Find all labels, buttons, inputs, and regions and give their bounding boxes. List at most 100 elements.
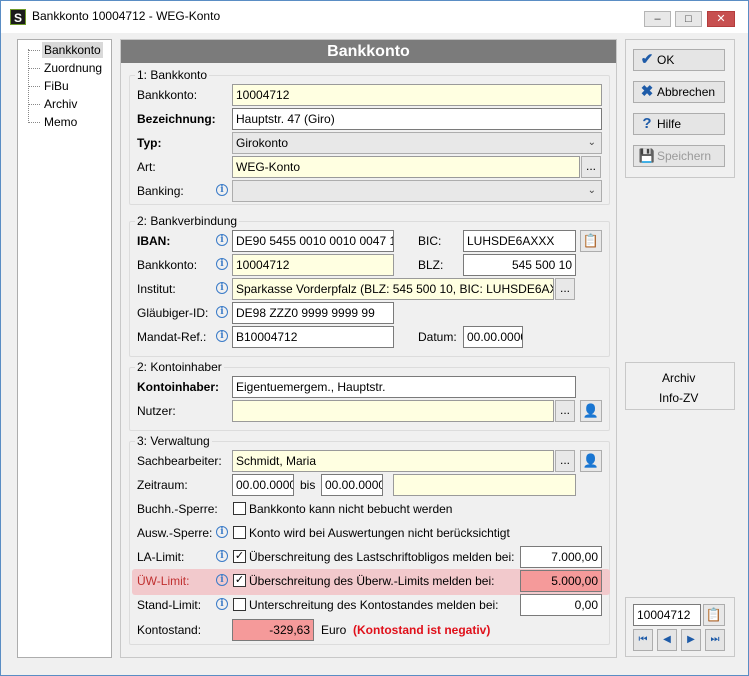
chevron-down-icon: ⌄ — [587, 185, 596, 196]
bis-label: bis — [300, 478, 316, 492]
stand-limit-checkbox[interactable] — [233, 598, 246, 611]
nav-item-archiv[interactable]: Archiv — [42, 96, 79, 112]
user-icon[interactable]: 👤 — [580, 400, 602, 422]
archiv-link[interactable]: Archiv — [662, 371, 695, 385]
ausw-sperre-checkbox[interactable] — [233, 526, 246, 539]
sachbearbeiter-browse-button[interactable]: ... — [555, 450, 575, 472]
nav-item-memo[interactable]: Memo — [42, 114, 79, 130]
info-icon[interactable]: i — [216, 258, 228, 270]
nav-item-bankkonto[interactable]: Bankkonto — [42, 42, 103, 58]
institut-field[interactable]: Sparkasse Vorderpfalz (BLZ: 545 500 10, … — [232, 278, 554, 300]
art-browse-button[interactable]: ... — [581, 156, 601, 178]
bankkonto-field[interactable]: 10004712 — [232, 84, 602, 106]
zeitraum-from-field[interactable]: 00.00.0000 — [232, 474, 294, 496]
uew-limit-field[interactable]: 5.000,00 — [520, 570, 602, 592]
glaeubiger-field[interactable]: DE98 ZZZ0 9999 9999 99 — [232, 302, 394, 324]
typ-select[interactable]: Girokonto ⌄ — [232, 132, 602, 154]
dialog-window: S Bankkonto 10004712 - WEG-Konto – □ ✕ B… — [0, 0, 749, 676]
bezeichnung-field[interactable]: Hauptstr. 47 (Giro) — [232, 108, 602, 130]
zeitraum-to-field[interactable]: 00.00.0000 — [321, 474, 383, 496]
infozv-link[interactable]: Info-ZV — [659, 391, 698, 405]
info-icon[interactable]: i — [216, 598, 228, 610]
section-title-verwaltung: 3: Verwaltung — [135, 434, 212, 448]
datum-field[interactable]: 00.00.0000 — [463, 326, 523, 348]
clipboard-icon[interactable]: 📋 — [703, 604, 725, 626]
section-title-bankverbindung: 2: Bankverbindung — [135, 214, 240, 228]
maximize-button[interactable]: □ — [675, 11, 702, 27]
uew-limit-text: Überschreitung des Überw.-Limits melden … — [249, 574, 495, 588]
la-limit-field[interactable]: 7.000,00 — [520, 546, 602, 568]
app-logo-icon: S — [10, 9, 26, 25]
glaeubiger-label: Gläubiger-ID: — [137, 306, 209, 320]
mandat-field[interactable]: B10004712 — [232, 326, 394, 348]
nav-item-zuordnung[interactable]: Zuordnung — [42, 60, 104, 76]
hilfe-button[interactable]: ? Hilfe — [633, 113, 725, 135]
buchh-sperre-label: Buchh.-Sperre: — [137, 502, 218, 516]
iban-label: IBAN: — [137, 234, 171, 248]
stand-limit-text: Unterschreitung des Kontostandes melden … — [249, 598, 499, 612]
institut-label: Institut: — [137, 282, 176, 296]
uew-limit-checkbox[interactable]: ✓ — [233, 574, 246, 587]
banking-select[interactable]: ⌄ — [232, 180, 602, 202]
next-record-icon[interactable]: ▶ — [681, 629, 701, 651]
iban-field[interactable]: DE90 5455 0010 0010 0047 12 — [232, 230, 394, 252]
kontoinhaber-field[interactable]: Eigentuemergem., Hauptstr. — [232, 376, 576, 398]
kontoinhaber-label: Kontoinhaber: — [137, 380, 219, 394]
info-icon[interactable]: i — [216, 306, 228, 318]
nutzer-label: Nutzer: — [137, 404, 176, 418]
kontostand-label: Kontostand: — [137, 623, 202, 637]
negative-balance-warning: (Kontostand ist negativ) — [353, 623, 491, 637]
blz-label: BLZ: — [418, 258, 444, 272]
bv-bankkonto-field[interactable]: 10004712 — [232, 254, 394, 276]
institut-browse-button[interactable]: ... — [555, 278, 575, 300]
ok-button[interactable]: ✔ OK — [633, 49, 725, 71]
buchh-sperre-text: Bankkonto kann nicht bebucht werden — [249, 502, 453, 516]
sachbearbeiter-field[interactable]: Schmidt, Maria — [232, 450, 554, 472]
user-icon[interactable]: 👤 — [580, 450, 602, 472]
tree-line — [28, 49, 29, 121]
bic-field[interactable]: LUHSDE6AXXX — [463, 230, 576, 252]
banking-label: Banking: — [137, 184, 184, 198]
info-icon[interactable]: i — [216, 234, 228, 246]
buchh-sperre-checkbox[interactable] — [233, 502, 246, 515]
tree-connector — [28, 86, 40, 87]
info-icon[interactable]: i — [216, 526, 228, 538]
info-icon[interactable]: i — [216, 550, 228, 562]
first-record-icon[interactable]: ⏮ — [633, 629, 653, 651]
title-bar: S Bankkonto 10004712 - WEG-Konto – □ ✕ — [1, 1, 748, 33]
zeitraum-label: Zeitraum: — [137, 478, 188, 492]
abbrechen-button[interactable]: ✖ Abbrechen — [633, 81, 725, 103]
minimize-button[interactable]: – — [644, 11, 671, 27]
clipboard-icon[interactable]: 📋 — [580, 230, 602, 252]
tree-connector — [28, 50, 40, 51]
tree-connector — [28, 68, 40, 69]
stand-limit-field[interactable]: 0,00 — [520, 594, 602, 616]
nutzer-field[interactable] — [232, 400, 554, 422]
speichern-button[interactable]: 💾 Speichern — [633, 145, 725, 167]
blz-field[interactable]: 545 500 10 — [463, 254, 576, 276]
typ-label: Typ: — [137, 136, 162, 150]
previous-record-icon[interactable]: ◀ — [657, 629, 677, 651]
info-icon[interactable]: i — [216, 330, 228, 342]
close-button[interactable]: ✕ — [707, 11, 735, 27]
info-icon[interactable]: i — [216, 282, 228, 294]
last-record-icon[interactable]: ⏭ — [705, 629, 725, 651]
chevron-down-icon: ⌄ — [587, 137, 596, 148]
bic-label: BIC: — [418, 234, 442, 248]
info-icon[interactable]: i — [216, 574, 228, 586]
tree-connector — [28, 104, 40, 105]
section-title-bankkonto: 1: Bankkonto — [135, 68, 210, 82]
panel-header: Bankkonto — [121, 40, 616, 63]
zeitraum-extra-field[interactable] — [393, 474, 576, 496]
record-number-field[interactable]: 10004712 — [633, 604, 701, 626]
art-field[interactable]: WEG-Konto — [232, 156, 580, 178]
nav-item-fibu[interactable]: FiBu — [42, 78, 71, 94]
bv-bankkonto-label: Bankkonto: — [137, 258, 198, 272]
info-icon[interactable]: i — [216, 184, 228, 196]
nutzer-browse-button[interactable]: ... — [555, 400, 575, 422]
window-title: Bankkonto 10004712 - WEG-Konto — [32, 9, 221, 23]
la-limit-checkbox[interactable]: ✓ — [233, 550, 246, 563]
datum-label: Datum: — [418, 330, 457, 344]
ausw-sperre-label: Ausw.-Sperre: — [137, 526, 213, 540]
ausw-sperre-text: Konto wird bei Auswertungen nicht berück… — [249, 526, 510, 540]
